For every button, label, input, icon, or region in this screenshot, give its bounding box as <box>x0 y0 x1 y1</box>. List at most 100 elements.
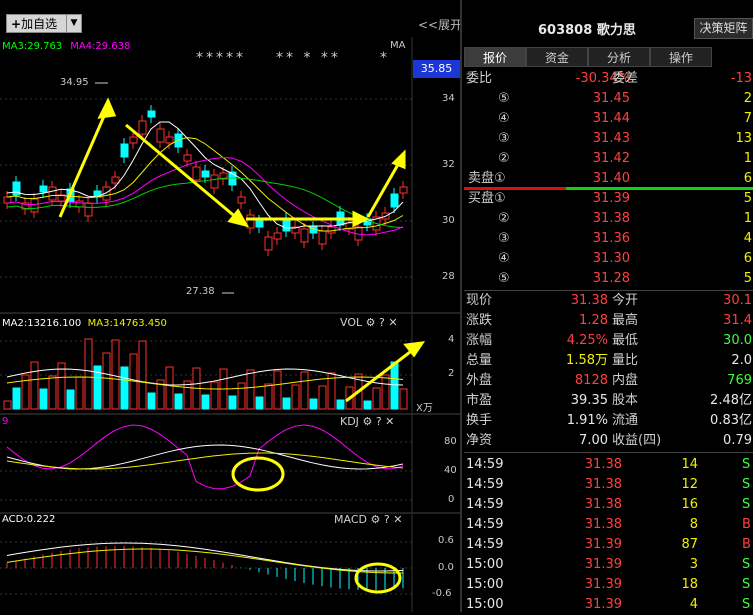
ask-row[interactable]: ② 31.42 1 <box>464 149 753 169</box>
ask-volume: 2 <box>743 91 752 106</box>
tick-side: S <box>742 597 751 612</box>
candle-body <box>390 193 399 208</box>
help-icon[interactable]: ? <box>376 415 382 428</box>
volume-bar <box>318 385 327 410</box>
ask-row[interactable]: ③ 31.43 13 <box>464 129 753 149</box>
quote-row: 涨跌 1.28 最高 31.4 <box>464 311 753 331</box>
tab-quote[interactable]: 报价 <box>464 47 526 67</box>
volume-bar <box>228 395 237 410</box>
signal-stars-c: * <box>380 50 387 66</box>
quote-label: 收益(四) <box>612 433 662 448</box>
tick-volume: 12 <box>681 477 698 492</box>
tick-volume: 87 <box>681 537 698 552</box>
candle-body <box>3 196 12 204</box>
ask-row[interactable]: ④ 31.44 7 <box>464 109 753 129</box>
expand-button[interactable]: <<展开 <box>418 16 462 33</box>
tick-price: 31.39 <box>584 577 622 592</box>
ma3-legend: MA3:29.763 <box>2 41 63 52</box>
quote-value: 4.25% <box>566 333 608 348</box>
ask-level: ② <box>498 151 510 166</box>
ask-row[interactable]: ⑤ 31.45 2 <box>464 89 753 109</box>
kdj-tick: 80 <box>444 436 457 447</box>
quote-label: 股本 <box>612 393 639 408</box>
low-price-label: 27.38 <box>186 286 215 297</box>
quote-row: 外盘 8128 内盘 769 <box>464 371 753 391</box>
candle-body <box>237 196 246 204</box>
tick-time: 14:59 <box>466 497 504 512</box>
kdj-indicator-name[interactable]: KDJ <box>340 415 359 428</box>
volume-bar <box>264 383 273 410</box>
ask-level: ⑤ <box>498 91 510 106</box>
help-icon[interactable]: ? <box>384 513 390 526</box>
arrow-up-2 <box>366 160 402 218</box>
candle-body <box>39 185 48 193</box>
weicha-value: -13 <box>730 71 752 86</box>
quote-label: 最低 <box>612 333 639 348</box>
bid-volume: 6 <box>743 251 752 266</box>
volume-bar <box>3 400 12 410</box>
candle-body <box>129 136 138 144</box>
ask-volume: 7 <box>743 111 752 126</box>
macd-indicator-name[interactable]: MACD <box>334 513 367 526</box>
quote-label: 今开 <box>612 293 639 308</box>
tab-analysis[interactable]: 分析 <box>588 47 650 67</box>
quote-value: 1.28 <box>579 313 608 328</box>
volume-bar <box>246 369 255 410</box>
volume-bar <box>255 396 264 410</box>
ask-row[interactable]: 卖盘① 31.40 6 <box>464 169 753 189</box>
kdj-highlight-circle <box>231 456 285 492</box>
stock-code: 603808 <box>538 23 593 38</box>
tick-side: S <box>742 557 751 572</box>
gear-icon[interactable]: ⚙ <box>366 316 376 329</box>
weibi-label: 委比 <box>466 71 493 86</box>
quote-label: 内盘 <box>612 373 639 388</box>
bid-row[interactable]: ② 31.38 1 <box>464 209 753 229</box>
tab-funds[interactable]: 资金 <box>526 47 588 67</box>
quote-value: 39.35 <box>570 393 608 408</box>
candle-body <box>399 186 408 194</box>
ask-price: 31.43 <box>592 131 630 146</box>
decision-matrix-button[interactable]: 决策矩阵 <box>694 18 753 39</box>
bid-price: 31.36 <box>592 231 630 246</box>
weibi-row: 委比 -30.34% 委差 -13 <box>464 69 753 89</box>
help-icon[interactable]: ? <box>379 316 385 329</box>
quote-row: 总量 1.58万 量比 2.0 <box>464 351 753 371</box>
vol-ma3-legend: MA3:14763.450 <box>87 318 167 329</box>
bid-price: 31.28 <box>592 271 630 286</box>
bid-row[interactable]: ③ 31.36 4 <box>464 229 753 249</box>
ask-level: ③ <box>498 131 510 146</box>
close-icon[interactable]: ✕ <box>385 415 394 428</box>
add-to-watchlist-button[interactable]: +加自选 ▼ <box>6 14 82 33</box>
bid-row[interactable]: ⑤ 31.28 5 <box>464 269 753 289</box>
gear-icon[interactable]: ⚙ <box>370 513 380 526</box>
quote-value: 31.38 <box>570 293 608 308</box>
tab-operation[interactable]: 操作 <box>650 47 712 67</box>
quote-value: 1.91% <box>566 413 608 428</box>
kdj-panel-controls: KDJ ⚙ ? ✕ <box>340 415 394 428</box>
quote-value: 1.58万 <box>566 353 608 368</box>
close-icon[interactable]: ✕ <box>388 316 397 329</box>
ma4-legend: MA4:29.638 <box>70 41 131 52</box>
gear-icon[interactable]: ⚙ <box>362 415 372 428</box>
plus-icon: + <box>11 17 22 31</box>
candle-body <box>183 154 192 162</box>
macd-panel-controls: MACD ⚙ ? ✕ <box>334 513 402 526</box>
bid-row[interactable]: ④ 31.30 6 <box>464 249 753 269</box>
ask-price: 31.44 <box>592 111 630 126</box>
ask-volume: 1 <box>743 151 752 166</box>
vol-indicator-name[interactable]: VOL <box>340 316 362 329</box>
volume-bar <box>237 382 246 410</box>
candle-body <box>111 176 120 184</box>
add-to-watchlist-label: 加自选 <box>21 17 58 31</box>
chevron-down-icon[interactable]: ▼ <box>66 15 81 32</box>
current-price-marker: 35.85 <box>413 60 460 78</box>
tick-volume: 16 <box>681 497 698 512</box>
volume-bar <box>165 366 174 410</box>
quote-value: 7.00 <box>579 433 608 448</box>
bid-row[interactable]: 买盘① 31.39 5 <box>464 189 753 209</box>
candle-body <box>165 136 174 144</box>
tick-row: 14:59 31.39 87 B <box>464 535 753 555</box>
vol-panel-controls: VOL ⚙ ? ✕ <box>340 316 398 329</box>
arrow-up-1 <box>58 106 110 218</box>
close-icon[interactable]: ✕ <box>393 513 402 526</box>
